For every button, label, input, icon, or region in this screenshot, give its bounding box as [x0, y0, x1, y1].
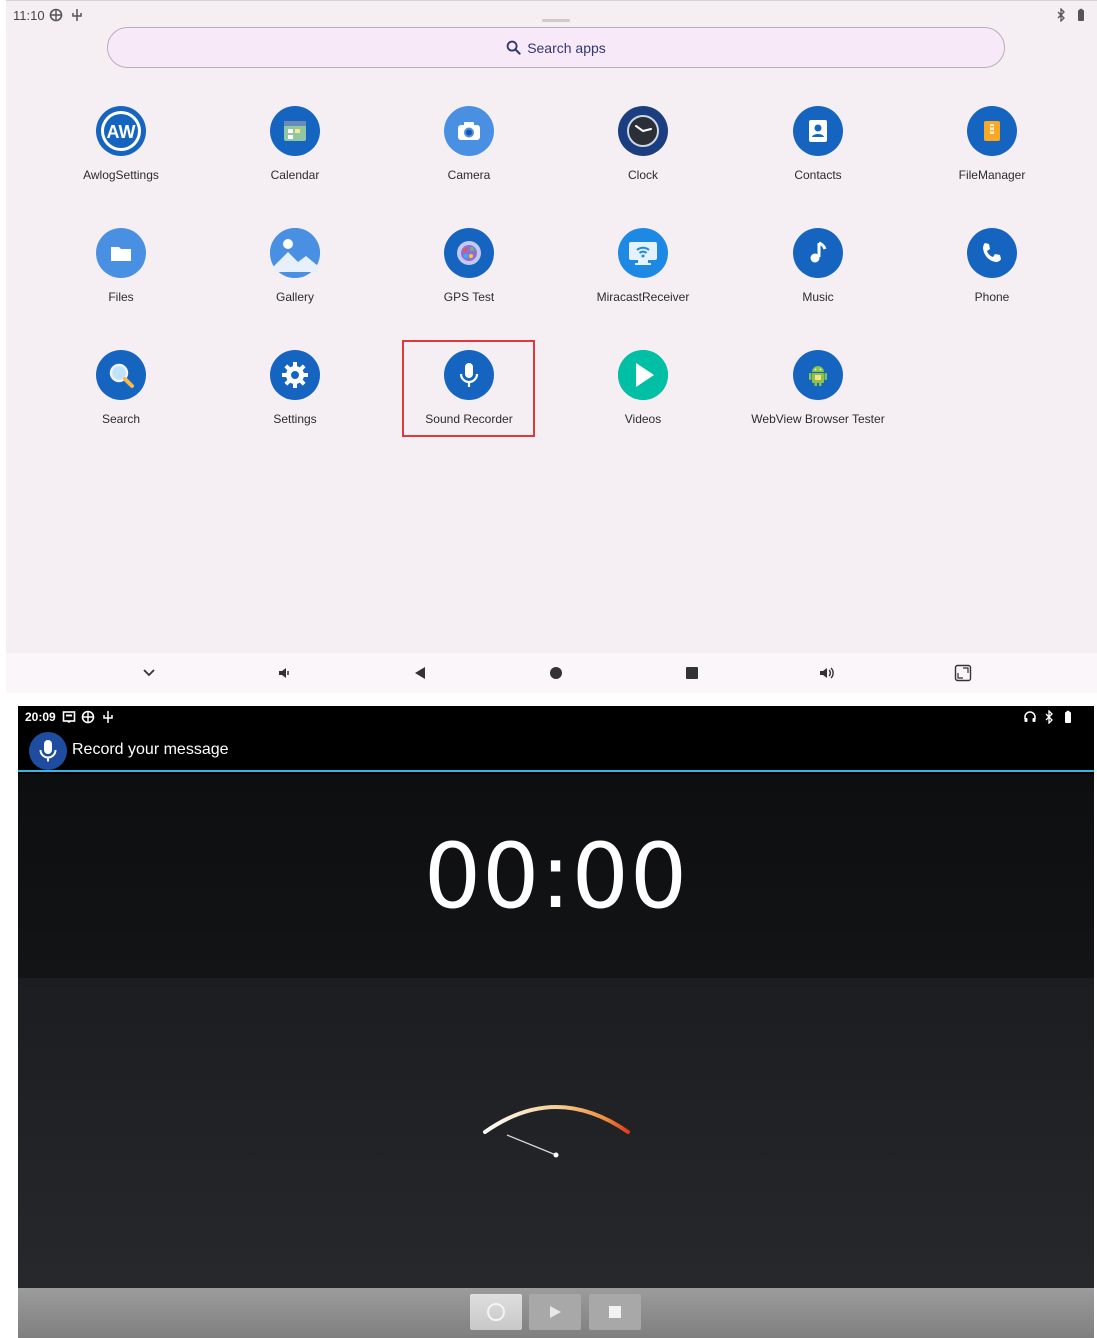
app-settings[interactable]: Settings	[215, 350, 375, 426]
miracast-icon	[618, 228, 668, 278]
app-phone[interactable]: Phone	[912, 228, 1072, 304]
app-gps-test[interactable]: GPS Test	[389, 228, 549, 304]
music-icon	[793, 228, 843, 278]
app-label: Contacts	[794, 168, 842, 182]
app-gallery[interactable]: Gallery	[215, 228, 375, 304]
contacts-icon	[793, 106, 843, 156]
app-label: Settings	[273, 412, 317, 426]
recents-icon[interactable]	[683, 664, 701, 682]
app-camera[interactable]: Camera	[389, 106, 549, 182]
app-label: Calendar	[270, 168, 320, 182]
play-button[interactable]	[529, 1294, 581, 1330]
vpn-globe-icon	[49, 8, 63, 22]
search-apps-bar[interactable]: Search apps	[107, 27, 1005, 68]
app-label: Clock	[627, 168, 658, 182]
search-app-icon	[96, 350, 146, 400]
battery-icon	[1065, 710, 1071, 723]
search-icon	[506, 40, 521, 55]
app-search[interactable]: Search	[41, 350, 201, 426]
bluetooth-icon	[1057, 8, 1065, 22]
vu-needle	[506, 1134, 557, 1156]
app-label: Gallery	[275, 290, 314, 304]
app-label: WebView Browser Tester	[751, 412, 885, 426]
app-label: GPS Test	[443, 290, 495, 304]
gps-test-icon	[444, 228, 494, 278]
clock-icon	[618, 106, 668, 156]
screenshot-icon[interactable]	[954, 664, 972, 682]
search-apps-label: Search apps	[527, 39, 606, 56]
app-miracastreceiver[interactable]: MiracastReceiver	[563, 228, 723, 304]
app-label: Music	[802, 290, 834, 304]
highlight-box	[402, 340, 535, 437]
phone-icon	[967, 228, 1017, 278]
headset-icon	[1024, 711, 1036, 722]
recording-timer: 00:00	[423, 824, 689, 929]
file-manager-icon	[967, 106, 1017, 156]
screen-title: Record your message	[72, 741, 229, 758]
navigation-bar	[6, 653, 1097, 693]
app-label: Videos	[624, 412, 662, 426]
status-bar: 20:09	[18, 706, 1094, 728]
action-bar: Record your message	[18, 728, 1094, 772]
bluetooth-icon	[1045, 710, 1053, 724]
timer-panel: 00:00	[18, 774, 1094, 978]
app-awlogsettings[interactable]: AW AwlogSettings	[41, 106, 201, 182]
videos-icon	[618, 350, 668, 400]
volume-up-icon[interactable]	[818, 664, 836, 682]
chevron-down-icon[interactable]	[140, 664, 158, 682]
app-clock[interactable]: Clock	[563, 106, 723, 182]
app-label: AwlogSettings	[83, 168, 159, 182]
control-bar	[18, 1288, 1094, 1338]
status-time: 20:09	[25, 710, 56, 724]
record-button[interactable]	[470, 1294, 522, 1330]
drawer-handle[interactable]	[542, 19, 570, 22]
microphone-icon[interactable]	[29, 732, 67, 770]
app-music[interactable]: Music	[738, 228, 898, 304]
home-icon[interactable]	[547, 664, 565, 682]
camera-icon	[444, 106, 494, 156]
sound-recorder-screen: 20:09 Record your message 00:00	[18, 706, 1094, 1338]
files-icon	[96, 228, 146, 278]
android-icon	[793, 350, 843, 400]
status-time: 11:10	[13, 8, 45, 23]
vu-meter-panel	[18, 978, 1094, 1288]
awlog-icon: AW	[96, 106, 146, 156]
vpn-globe-icon	[81, 710, 95, 724]
app-webview-browser-tester[interactable]: WebView Browser Tester	[738, 350, 898, 426]
vu-meter-gauge	[483, 1105, 630, 1158]
app-drawer-screen: 11:10 Search apps AW AwlogSettings Calen…	[6, 0, 1097, 693]
settings-icon	[270, 350, 320, 400]
battery-icon	[1078, 8, 1084, 21]
usb-icon	[103, 711, 113, 723]
svg-text:AW: AW	[107, 122, 136, 142]
app-label: Files	[108, 290, 134, 304]
play-icon	[550, 1306, 561, 1318]
back-icon[interactable]	[411, 664, 429, 682]
app-calendar[interactable]: Calendar	[215, 106, 375, 182]
app-label: Camera	[447, 168, 491, 182]
usb-icon	[72, 9, 82, 21]
calendar-icon	[270, 106, 320, 156]
app-contacts[interactable]: Contacts	[738, 106, 898, 182]
app-videos[interactable]: Videos	[563, 350, 723, 426]
app-files[interactable]: Files	[41, 228, 201, 304]
app-label: FileManager	[958, 168, 1026, 182]
app-label: Search	[101, 412, 141, 426]
stop-button[interactable]	[589, 1294, 641, 1330]
volume-down-icon[interactable]	[275, 664, 293, 682]
stop-icon	[609, 1306, 621, 1318]
app-label: Phone	[974, 290, 1010, 304]
vu-scale-arc	[483, 1105, 630, 1134]
vu-needle-pivot	[553, 1152, 559, 1158]
notification-icon	[62, 711, 76, 723]
record-icon	[487, 1303, 505, 1321]
app-filemanager[interactable]: FileManager	[912, 106, 1072, 182]
app-label: MiracastReceiver	[596, 290, 690, 304]
gallery-icon	[270, 228, 320, 278]
